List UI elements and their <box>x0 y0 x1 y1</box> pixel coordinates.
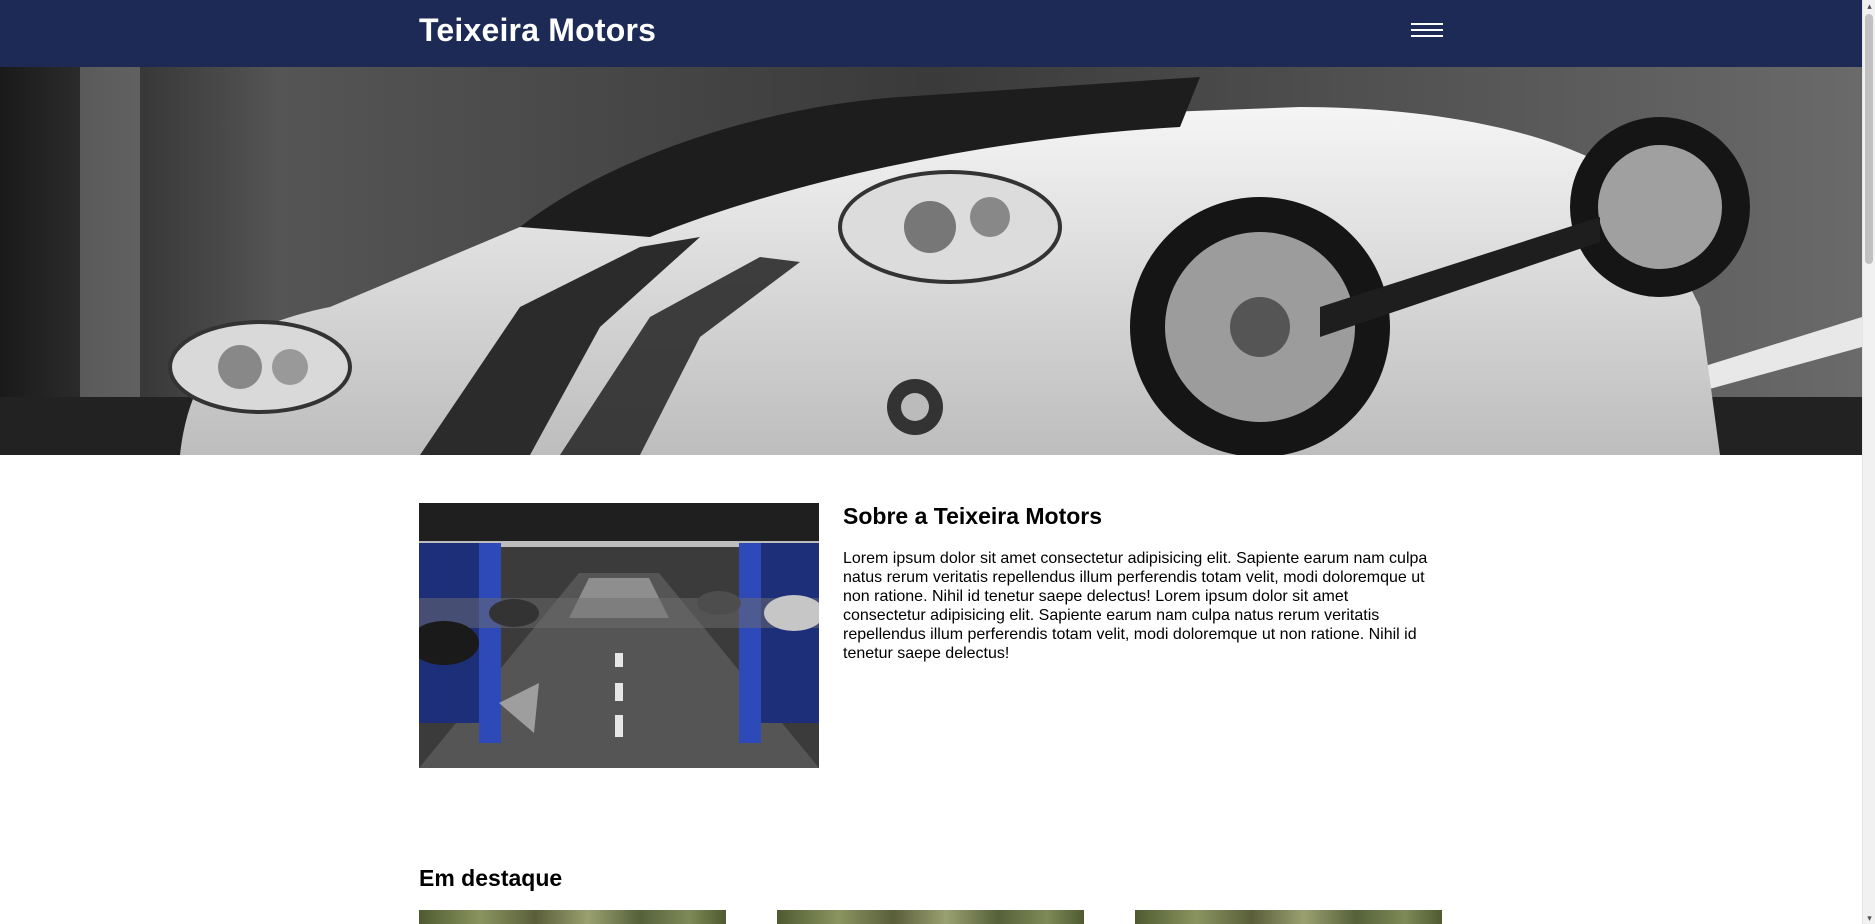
featured-card[interactable] <box>419 910 726 924</box>
about-title: Sobre a Teixeira Motors <box>843 503 1103 529</box>
scroll-thumb[interactable] <box>1865 14 1873 264</box>
parking-garage-photo <box>419 503 819 768</box>
featured-car-photo <box>777 910 1084 924</box>
menu-line <box>1411 23 1443 25</box>
site-brand[interactable]: Teixeira Motors <box>419 12 656 49</box>
menu-line <box>1411 35 1443 37</box>
hero-banner <box>0 67 1862 455</box>
white-sports-car-photo <box>0 67 1862 455</box>
parking-garage-image <box>419 503 819 768</box>
featured-car-photo <box>1135 910 1442 924</box>
hamburger-menu-icon[interactable] <box>1405 18 1449 44</box>
site-header: Teixeira Motors <box>0 0 1862 67</box>
scroll-up-arrow-icon[interactable]: ▴ <box>1865 1 1874 11</box>
about-paragraph: Lorem ipsum dolor sit amet consectetur a… <box>843 550 1428 662</box>
page-scrollbar[interactable]: ▴ ▾ <box>1862 0 1875 924</box>
featured-card[interactable] <box>777 910 1084 924</box>
menu-line <box>1411 29 1443 31</box>
scroll-down-arrow-icon[interactable]: ▾ <box>1865 913 1874 923</box>
featured-title: Em destaque <box>419 865 563 891</box>
featured-car-photo <box>419 910 726 924</box>
featured-card[interactable] <box>1135 910 1442 924</box>
